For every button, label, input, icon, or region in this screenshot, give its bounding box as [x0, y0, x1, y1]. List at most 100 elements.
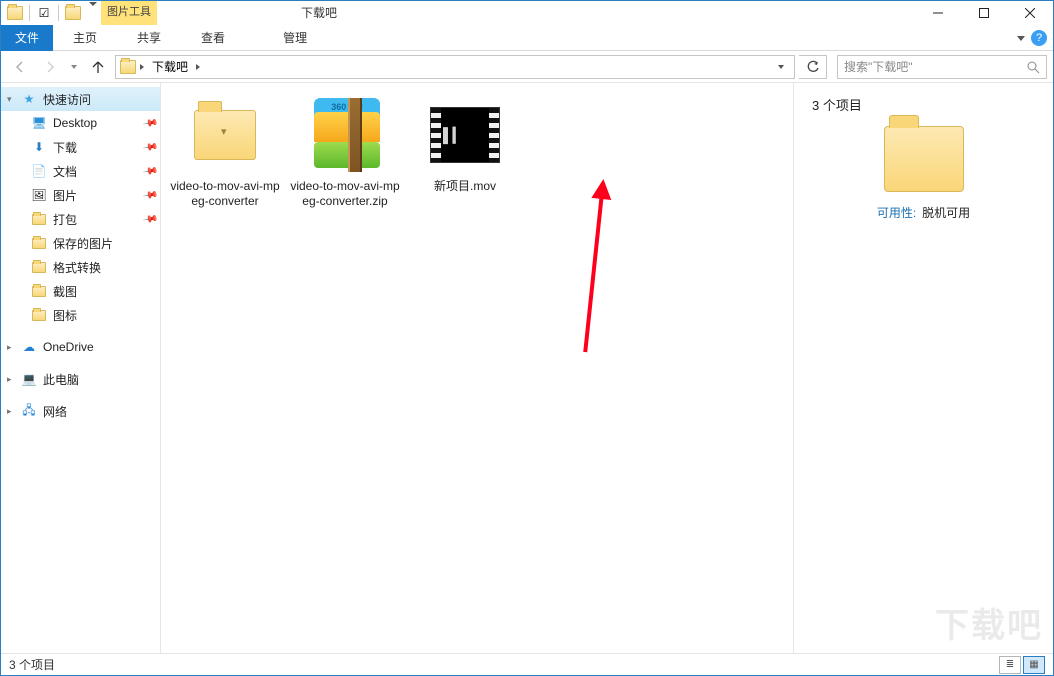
folder-icon [190, 95, 260, 175]
navigation-pane: ▾ ★ 快速访问 🖥Desktop📌 ⬇下载📌 📄文档📌 🖼图片📌 打包📌 保存… [1, 83, 161, 653]
content-area: ▾ ★ 快速访问 🖥Desktop📌 ⬇下载📌 📄文档📌 🖼图片📌 打包📌 保存… [1, 83, 1053, 653]
cloud-icon: ☁ [21, 339, 37, 355]
chevron-down-icon [71, 65, 77, 69]
sidebar-item-desktop[interactable]: 🖥Desktop📌 [1, 111, 160, 135]
sidebar-item[interactable]: 截图 [1, 279, 160, 303]
sidebar-item-documents[interactable]: 📄文档📌 [1, 159, 160, 183]
back-button[interactable] [7, 54, 33, 80]
status-bar: 3 个项目 ≣ ▦ [1, 653, 1053, 675]
window-title: 下载吧 [301, 4, 337, 21]
context-tab-header: 图片工具 [101, 1, 1053, 25]
pin-icon: 📌 [142, 163, 159, 179]
context-tab-group: 图片工具 [101, 1, 157, 25]
folder-icon [7, 5, 23, 21]
maximize-icon [979, 8, 989, 18]
sidebar-item-label: 快速访问 [43, 91, 91, 108]
pc-icon: 💻 [21, 371, 37, 387]
file-name: video-to-mov-avi-mpeg-converter.zip [285, 179, 405, 209]
ribbon-tabs: 文件 主页 共享 查看 管理 [1, 25, 1053, 51]
file-name: video-to-mov-avi-mpeg-converter [165, 179, 285, 209]
tab-manage[interactable]: 管理 [263, 25, 327, 51]
breadcrumb-segment[interactable]: 下载吧 [148, 58, 192, 75]
picture-icon: 🖼 [31, 187, 47, 203]
sidebar-item-pictures[interactable]: 🖼图片📌 [1, 183, 160, 207]
folder-icon [31, 235, 47, 251]
chevron-right-icon[interactable]: ▸ [7, 342, 15, 353]
chevron-down-icon[interactable] [1017, 36, 1025, 41]
sidebar-network[interactable]: ▸ 🖧 网络 [1, 399, 160, 423]
nav-bar: 下载吧 搜索"下载吧" [1, 51, 1053, 83]
sidebar-item-label: 图标 [53, 307, 77, 324]
close-icon [1025, 8, 1035, 18]
sidebar-item-label: 下载 [53, 139, 77, 156]
file-item-folder[interactable]: video-to-mov-avi-mpeg-converter [165, 91, 285, 209]
arrow-right-icon [42, 59, 58, 75]
close-button[interactable] [1007, 1, 1053, 25]
folder-icon [120, 59, 136, 75]
file-tab[interactable]: 文件 [1, 25, 53, 51]
address-dropdown[interactable] [772, 65, 790, 69]
pin-icon: 📌 [142, 187, 159, 203]
view-switch: ≣ ▦ [999, 656, 1045, 674]
pin-icon: 📌 [142, 115, 159, 131]
pin-icon: 📌 [142, 211, 159, 227]
view-large-icons-button[interactable]: ▦ [1023, 656, 1045, 674]
sidebar-item[interactable]: 格式转换 [1, 255, 160, 279]
chevron-right-icon[interactable]: ▸ [7, 374, 15, 385]
sidebar-item-label: 截图 [53, 283, 77, 300]
main-pane: video-to-mov-avi-mpeg-converter 360 ZIP … [161, 83, 1053, 653]
minimize-icon [933, 8, 943, 18]
tab-home[interactable]: 主页 [53, 25, 117, 51]
network-icon: 🖧 [21, 403, 37, 419]
chevron-right-icon[interactable] [196, 64, 200, 70]
file-item-video[interactable]: ▌▎ 新项目.mov [405, 91, 525, 194]
window-controls [915, 1, 1053, 25]
refresh-button[interactable] [799, 55, 827, 79]
sidebar-item-label: 此电脑 [43, 371, 79, 388]
search-input[interactable]: 搜索"下载吧" [837, 55, 1047, 79]
ribbon-right-controls: ? [1017, 30, 1047, 46]
folder-icon [884, 126, 964, 192]
details-availability: 可用性: 脱机可用 [812, 204, 1035, 221]
file-item-zip[interactable]: 360 ZIP video-to-mov-avi-mpeg-converter.… [285, 91, 405, 209]
folder-icon [31, 307, 47, 323]
qat-dropdown-icon[interactable] [87, 6, 97, 20]
help-button[interactable]: ? [1031, 30, 1047, 46]
sidebar-item-downloads[interactable]: ⬇下载📌 [1, 135, 160, 159]
view-details-button[interactable]: ≣ [999, 656, 1021, 674]
checkbox-icon[interactable]: ☑ [36, 5, 52, 21]
quick-access-toolbar: ☑ [7, 5, 97, 21]
folder-icon [31, 211, 47, 227]
details-key: 可用性: [877, 204, 916, 221]
chevron-right-icon[interactable] [140, 64, 144, 70]
file-list[interactable]: video-to-mov-avi-mpeg-converter 360 ZIP … [161, 83, 793, 653]
address-bar[interactable]: 下载吧 [115, 55, 795, 79]
recent-locations[interactable] [67, 54, 81, 80]
chevron-down-icon[interactable]: ▾ [7, 94, 15, 105]
forward-button[interactable] [37, 54, 63, 80]
sidebar-item-label: Desktop [53, 116, 97, 130]
sidebar-quick-access[interactable]: ▾ ★ 快速访问 [1, 87, 160, 111]
tab-view[interactable]: 查看 [181, 25, 245, 51]
folder-icon[interactable] [65, 5, 81, 21]
arrow-head-icon [591, 178, 613, 200]
sidebar-item-label: 网络 [43, 403, 67, 420]
details-pane: 3 个项目 可用性: 脱机可用 [793, 83, 1053, 653]
maximize-button[interactable] [961, 1, 1007, 25]
search-icon [1026, 60, 1040, 74]
divider [29, 5, 30, 21]
chevron-right-icon[interactable]: ▸ [7, 406, 15, 417]
minimize-button[interactable] [915, 1, 961, 25]
sidebar-onedrive[interactable]: ▸ ☁ OneDrive [1, 335, 160, 359]
file-name: 新项目.mov [430, 179, 500, 194]
sidebar-this-pc[interactable]: ▸ 💻 此电脑 [1, 367, 160, 391]
sidebar-item[interactable]: 保存的图片 [1, 231, 160, 255]
download-icon: ⬇ [31, 139, 47, 155]
up-button[interactable] [85, 54, 111, 80]
sidebar-item-label: OneDrive [43, 340, 94, 354]
tab-share[interactable]: 共享 [117, 25, 181, 51]
sidebar-item[interactable]: 打包📌 [1, 207, 160, 231]
arrow-left-icon [12, 59, 28, 75]
star-icon: ★ [21, 91, 37, 107]
sidebar-item[interactable]: 图标 [1, 303, 160, 327]
